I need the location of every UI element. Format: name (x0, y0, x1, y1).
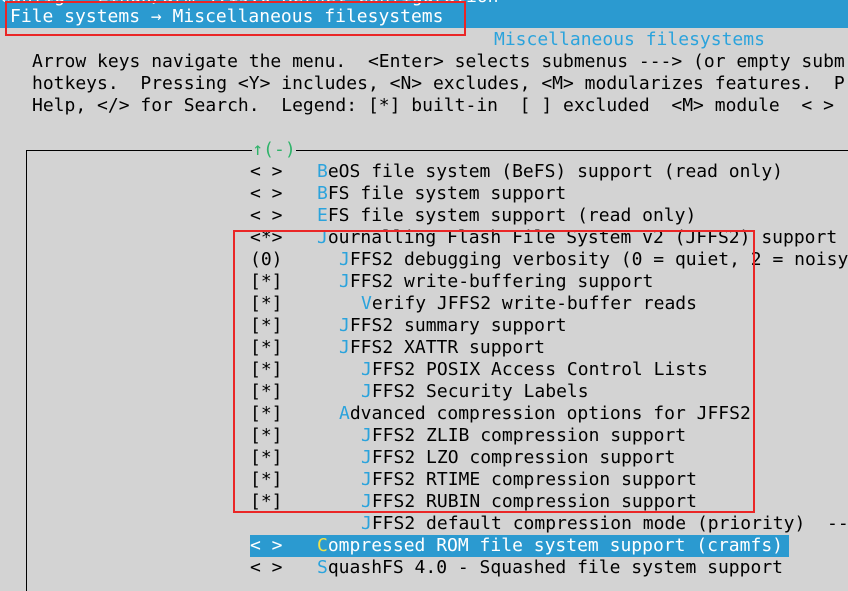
menu-item-text: FS file system support (read only) (327, 205, 697, 226)
menu-item-state[interactable]: < > (250, 183, 300, 205)
menu-item-text: quashFS 4.0 - Squashed file system suppo… (327, 557, 783, 578)
menu-item-state[interactable]: < > (250, 205, 300, 227)
menu-title: Miscellaneous filesystems (494, 29, 765, 50)
help-line-2: hotkeys. Pressing <Y> includes, <N> excl… (32, 73, 845, 94)
help-line-1: Arrow keys navigate the menu. <Enter> se… (32, 51, 845, 72)
menu-item-hotkey: E (317, 205, 328, 226)
menu-item-hotkey: B (317, 161, 328, 182)
menu-item-state[interactable]: < > (250, 161, 300, 183)
menu-item-label: BeOS file system (BeFS) support (read on… (317, 161, 783, 183)
menu-item-text: FS file system support (327, 183, 567, 204)
menu-item-hotkey: S (317, 557, 328, 578)
menu-item-text: ompressed ROM file system support (cramf… (327, 535, 783, 556)
menu-item[interactable]: < > Compressed ROM file system support (c… (250, 535, 790, 557)
menu-item-text: FFS2 default compression mode (priority)… (371, 513, 848, 534)
menu-item-hotkey: J (361, 513, 372, 534)
menu-item-state[interactable]: < > (250, 535, 300, 557)
menu-item-hotkey: B (317, 183, 328, 204)
annotation-box-breadcrumb (5, 1, 466, 36)
annotation-box-jffs2-options (233, 230, 755, 513)
menu-item-state[interactable]: < > (250, 557, 300, 579)
help-line-3: Help, </> for Search. Legend: [*] built-… (32, 95, 834, 116)
menu-item-hotkey: C (317, 535, 328, 556)
menu-item-label: SquashFS 4.0 - Squashed file system supp… (317, 557, 783, 579)
menu-item-label: Compressed ROM file system support (cram… (317, 535, 783, 557)
menu-item-text: eOS file system (BeFS) support (read onl… (327, 161, 783, 182)
menu-item-label: JFFS2 default compression mode (priority… (361, 513, 848, 535)
menu-item-label: EFS file system support (read only) (317, 205, 696, 227)
scroll-up-indicator: ↑(-) (252, 139, 296, 161)
menu-item-label: BFS file system support (317, 183, 566, 205)
